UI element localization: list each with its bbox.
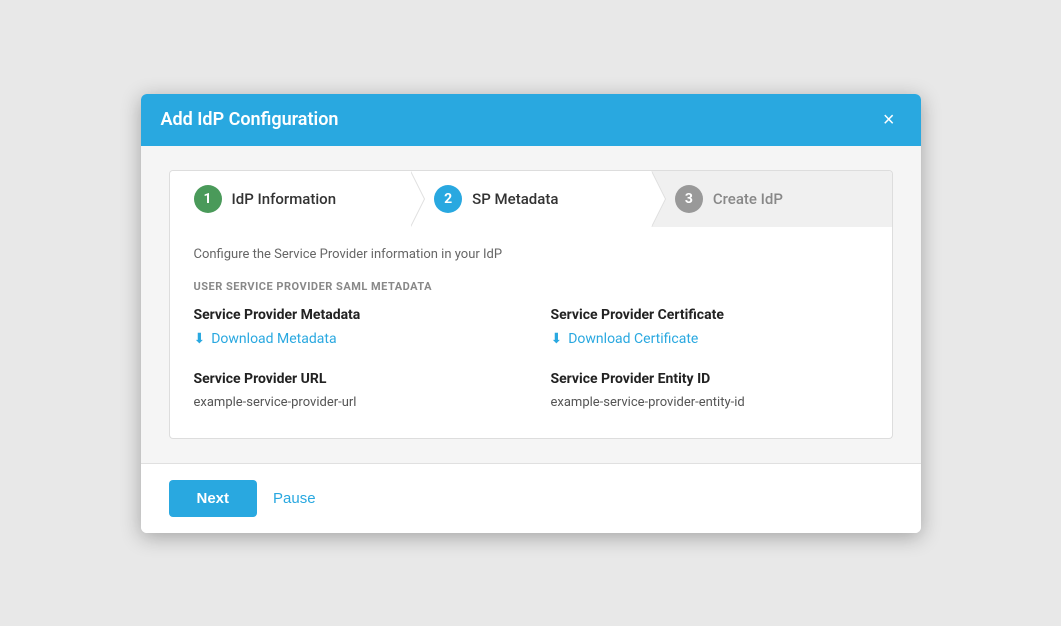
modal-footer: Next Pause — [141, 463, 921, 533]
step-3-label: Create IdP — [713, 190, 783, 208]
field-sp-certificate: Service Provider Certificate ⬇ Download … — [551, 307, 868, 347]
content-subtitle: Configure the Service Provider informati… — [194, 247, 868, 262]
field-sp-entity-id: Service Provider Entity ID example-servi… — [551, 371, 868, 410]
modal-title: Add IdP Configuration — [161, 109, 339, 130]
step-1-label: IdP Information — [232, 190, 337, 208]
download-metadata-icon: ⬇ — [194, 331, 206, 347]
step-3: 3 Create IdP — [651, 171, 892, 227]
add-idp-modal: Add IdP Configuration × 1 IdP Informatio… — [141, 94, 921, 533]
step-2: 2 SP Metadata — [410, 171, 651, 227]
step-2-circle: 2 — [434, 185, 462, 213]
step-1-circle: 1 — [194, 185, 222, 213]
download-metadata-text: Download Metadata — [211, 331, 336, 347]
download-certificate-icon: ⬇ — [551, 331, 563, 347]
download-metadata-link[interactable]: ⬇ Download Metadata — [194, 331, 511, 347]
sp-metadata-label: Service Provider Metadata — [194, 307, 511, 323]
section-label: USER SERVICE PROVIDER SAML METADATA — [194, 280, 868, 293]
sp-entity-id-label: Service Provider Entity ID — [551, 371, 868, 387]
sp-certificate-label: Service Provider Certificate — [551, 307, 868, 323]
sp-url-label: Service Provider URL — [194, 371, 511, 387]
sp-url-value: example-service-provider-url — [194, 395, 511, 410]
fields-grid: Service Provider Metadata ⬇ Download Met… — [194, 307, 868, 410]
close-button[interactable]: × — [877, 108, 901, 132]
step-2-label: SP Metadata — [472, 190, 558, 208]
field-sp-metadata: Service Provider Metadata ⬇ Download Met… — [194, 307, 511, 347]
step-3-circle: 3 — [675, 185, 703, 213]
sp-entity-id-value: example-service-provider-entity-id — [551, 395, 868, 410]
step-1: 1 IdP Information — [170, 171, 411, 227]
modal-body: 1 IdP Information 2 SP Metadata 3 Create… — [141, 146, 921, 463]
stepper: 1 IdP Information 2 SP Metadata 3 Create… — [169, 170, 893, 227]
download-certificate-text: Download Certificate — [568, 331, 698, 347]
field-sp-url: Service Provider URL example-service-pro… — [194, 371, 511, 410]
download-certificate-link[interactable]: ⬇ Download Certificate — [551, 331, 868, 347]
pause-button[interactable]: Pause — [273, 490, 316, 507]
next-button[interactable]: Next — [169, 480, 258, 517]
content-area: Configure the Service Provider informati… — [169, 227, 893, 439]
modal-header: Add IdP Configuration × — [141, 94, 921, 146]
